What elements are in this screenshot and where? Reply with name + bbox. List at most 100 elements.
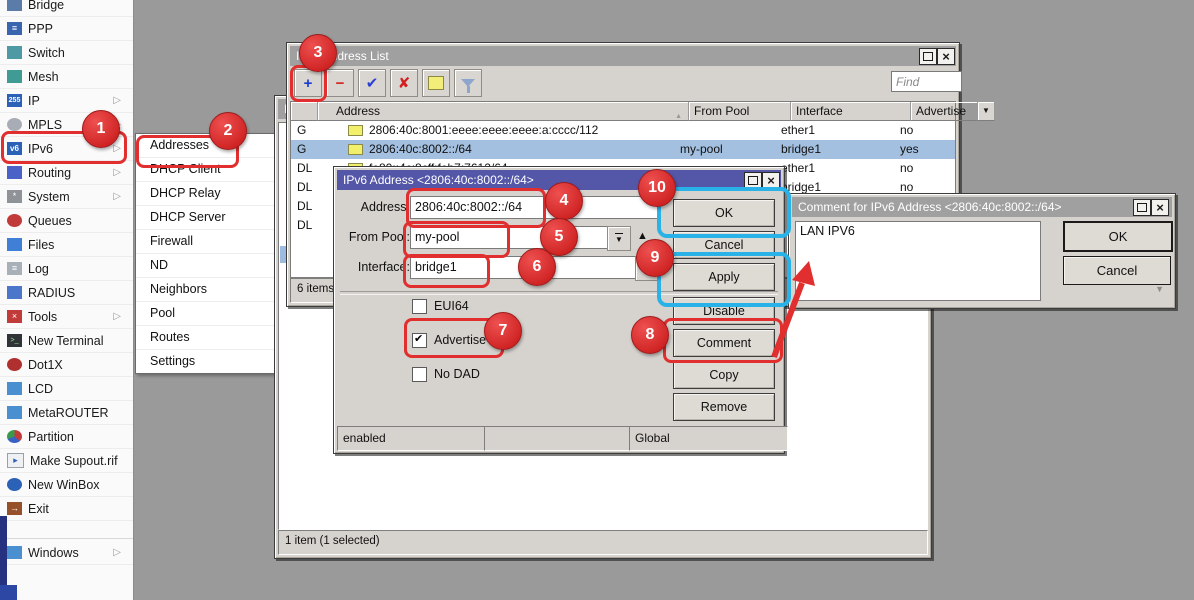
address-label: Address: [342, 196, 410, 219]
step-marker-4: 4 [545, 182, 583, 220]
window-corner-decoration [0, 585, 17, 600]
dialog-status-enabled: enabled [337, 426, 490, 451]
column-select-button[interactable] [978, 102, 995, 121]
submenu-item-dhcp-relay[interactable]: DHCP Relay [136, 182, 276, 206]
dialog-status-scope: Global [629, 426, 788, 451]
exit-icon: → [7, 502, 22, 515]
routing-icon [7, 166, 22, 179]
advertise-column-header[interactable]: Advertise [911, 102, 978, 121]
remove-button[interactable]: Remove [673, 393, 775, 421]
eui64-label: EUI64 [434, 299, 469, 313]
flags-column-header[interactable] [291, 102, 318, 121]
comment-cancel-button[interactable]: Cancel [1063, 256, 1171, 285]
radius-icon [7, 286, 22, 299]
step-marker-9: 9 [636, 239, 674, 277]
step-marker-6: 6 [518, 248, 556, 286]
files-icon [7, 238, 22, 251]
sidebar-item-lcd[interactable]: LCD [0, 377, 133, 401]
sidebar-item-partition[interactable]: Partition [0, 425, 133, 449]
sidebar-separator [0, 538, 133, 539]
annotation-box-from-pool [403, 221, 510, 258]
bridge-icon [7, 0, 22, 11]
step-marker-10: 10 [638, 169, 676, 207]
dot1x-icon [7, 358, 22, 371]
close-icon[interactable] [937, 48, 955, 65]
sidebar-item-windows[interactable]: Windows [0, 541, 133, 565]
enable-button[interactable]: ✔ [358, 69, 386, 97]
interface-column-header[interactable]: Interface [791, 102, 911, 121]
step-marker-2: 2 [209, 112, 247, 150]
remove-button[interactable]: − [326, 69, 354, 97]
address-item-icon [348, 125, 363, 136]
dialog-status-middle [484, 426, 635, 451]
comment-dialog: Comment for IPv6 Address <2806:40c:8002:… [788, 193, 1176, 309]
sidebar-item-dot1x[interactable]: Dot1X [0, 353, 133, 377]
submenu-item-pool[interactable]: Pool [136, 302, 276, 326]
find-input[interactable] [891, 71, 962, 92]
submenu-item-dhcp-server[interactable]: DHCP Server [136, 206, 276, 230]
no-dad-label: No DAD [434, 367, 480, 381]
comment-ok-button[interactable]: OK [1063, 221, 1173, 252]
tools-icon: × [7, 310, 22, 323]
lcd-icon [7, 382, 22, 395]
table-row-selected[interactable]: G 2806:40c:8002::/64 my-pool bridge1 yes [291, 140, 955, 159]
supout-file-icon: ▸ [7, 453, 24, 468]
annotation-box-interface [403, 254, 490, 288]
submenu-item-firewall[interactable]: Firewall [136, 230, 276, 254]
background-window-status: 1 item (1 selected) [278, 530, 928, 555]
eui64-checkbox[interactable] [412, 299, 427, 314]
sidebar-item-new-terminal[interactable]: >_New Terminal [0, 329, 133, 353]
sidebar-item-queues[interactable]: Queues [0, 209, 133, 233]
ipv6-submenu: Addresses DHCP Client DHCP Relay DHCP Se… [135, 133, 277, 374]
switch-icon [7, 46, 22, 59]
sidebar-item-mesh[interactable]: Mesh [0, 65, 133, 89]
winbox-app: Bridge ≡PPP Switch Mesh 255IP MPLS v6IPv… [0, 0, 1194, 600]
sidebar-item-system[interactable]: *System [0, 185, 133, 209]
sidebar-item-new-winbox[interactable]: New WinBox [0, 473, 133, 497]
sidebar-item-radius[interactable]: RADIUS [0, 281, 133, 305]
address-column-header[interactable]: Address [318, 102, 689, 121]
note-icon [428, 76, 444, 90]
sidebar-item-metarouter[interactable]: MetaROUTER [0, 401, 133, 425]
step-marker-3: 3 [299, 34, 337, 72]
eui64-checkbox-row[interactable]: EUI64 [412, 298, 469, 314]
submenu-item-settings[interactable]: Settings [136, 350, 276, 373]
maximize-icon[interactable] [1133, 199, 1151, 216]
filter-button[interactable] [454, 69, 482, 97]
sidebar-item-tools[interactable]: ×Tools [0, 305, 133, 329]
submenu-item-nd[interactable]: ND [136, 254, 276, 278]
sidebar-item-exit[interactable]: →Exit [0, 497, 133, 521]
sidebar-item-switch[interactable]: Switch [0, 41, 133, 65]
submenu-item-neighbors[interactable]: Neighbors [136, 278, 276, 302]
sidebar-item-bridge[interactable]: Bridge [0, 0, 133, 17]
sidebar-item-make-supout[interactable]: ▸Make Supout.rif [0, 449, 133, 473]
no-dad-checkbox-row[interactable]: No DAD [412, 366, 480, 382]
sidebar-item-files[interactable]: Files [0, 233, 133, 257]
scroll-down-icon[interactable]: ▼ [1155, 284, 1164, 294]
table-row[interactable]: G 2806:40c:8001:eeee:eeee:eeee:a:cccc/11… [291, 121, 955, 140]
log-icon: ≡ [7, 262, 22, 275]
from-pool-label: From Pool: [342, 226, 410, 249]
interface-label: Interface: [342, 256, 410, 279]
windows-icon [7, 546, 22, 559]
from-pool-dropdown-icon[interactable] [607, 226, 631, 251]
ppp-icon: ≡ [7, 22, 22, 35]
mesh-icon [7, 70, 22, 83]
submenu-item-routes[interactable]: Routes [136, 326, 276, 350]
list-window-titlebar[interactable]: IPv6 Address List [290, 46, 956, 66]
sidebar-item-ppp[interactable]: ≡PPP [0, 17, 133, 41]
maximize-icon[interactable] [919, 48, 937, 65]
comment-titlebar[interactable]: Comment for IPv6 Address <2806:40c:8002:… [792, 197, 1172, 217]
system-icon: * [7, 190, 22, 203]
annotation-box-ok [657, 187, 791, 238]
sidebar-item-ip[interactable]: 255IP [0, 89, 133, 113]
queues-icon [7, 214, 22, 227]
sidebar-item-routing[interactable]: Routing [0, 161, 133, 185]
from-pool-column-header[interactable]: From Pool [689, 102, 791, 121]
no-dad-checkbox[interactable] [412, 367, 427, 382]
disable-button[interactable]: ✘ [390, 69, 418, 97]
mpls-icon [7, 118, 22, 131]
sidebar-item-log[interactable]: ≡Log [0, 257, 133, 281]
close-icon[interactable] [1151, 199, 1169, 216]
comment-toolbar-button[interactable] [422, 69, 450, 97]
